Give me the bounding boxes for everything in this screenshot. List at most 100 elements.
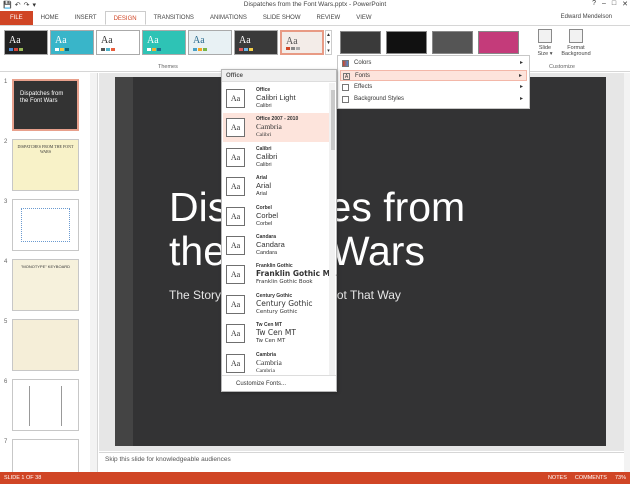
editor-scrollbar[interactable] (624, 73, 630, 472)
comments-button[interactable]: COMMENTS (575, 472, 607, 484)
notes-pane[interactable]: Skip this slide for knowledgeable audien… (99, 452, 624, 471)
customize-fonts-button[interactable]: Customize Fonts... (222, 375, 336, 391)
font-heading-sample: Calibri Light (256, 93, 296, 102)
menu-item-fonts[interactable]: A Fonts ▸ (340, 70, 527, 81)
slide-thumbnail[interactable] (12, 439, 79, 472)
zoom-level[interactable]: 73% (615, 472, 626, 484)
window-controls: ? – □ ✕ (592, 0, 628, 8)
font-preview-icon: Aa (226, 265, 245, 285)
variants-menu: Colors ▸ A Fonts ▸ Effects ▸ Background Styl… (337, 55, 530, 109)
thumbnail-scrollbar[interactable] (90, 73, 97, 472)
background-styles-icon (342, 96, 349, 103)
slide-thumbnail[interactable]: "MONOTYPE" KEYBOARD (12, 259, 79, 311)
font-body-sample: Franklin Gothic Book (256, 279, 313, 286)
themes-group-label: Themes (158, 64, 178, 70)
user-name[interactable]: Edward Mendelson (561, 14, 612, 20)
tab-view[interactable]: VIEW (348, 11, 379, 25)
tab-slide-show[interactable]: SLIDE SHOW (255, 11, 309, 25)
theme-gallery-item-selected[interactable]: Aa (280, 30, 324, 55)
submenu-arrow-icon: ▸ (519, 96, 523, 102)
submenu-arrow-icon: ▸ (519, 60, 523, 66)
ribbon: Aa Aa Aa Aa Aa Aa Aa ▲ ▼ ▾ Themes Slide Si… (0, 25, 630, 72)
tab-file[interactable]: FILE (0, 11, 33, 25)
fonts-dropdown: Office Aa Office Calibri Light Calibri Aa Off… (221, 69, 339, 392)
tab-home[interactable]: HOME (33, 11, 67, 25)
tab-insert[interactable]: INSERT (67, 11, 105, 25)
theme-sample-text: Aa (55, 35, 67, 46)
font-heading-sample: Cambria (256, 357, 282, 367)
variant-gallery-item[interactable] (432, 31, 473, 54)
font-theme-item[interactable]: Aa Office Calibri Light Calibri (223, 84, 329, 113)
font-preview-icon: Aa (226, 353, 245, 373)
variant-gallery-item[interactable] (386, 31, 427, 54)
font-theme-item[interactable]: Aa Tw Cen MT Tw Cen MT Tw Cen MT (223, 319, 329, 348)
close-icon[interactable]: ✕ (622, 0, 628, 8)
customize-group-label: Customize (549, 64, 575, 70)
format-background-button[interactable]: Format Background (560, 29, 592, 57)
font-heading-sample: Cambria (256, 122, 282, 132)
thumbnail-number: 2 (4, 139, 8, 145)
theme-gallery-item[interactable]: Aa (96, 30, 140, 55)
font-theme-item[interactable]: Aa Office 2007 - 2010 Cambria Calibri (223, 113, 329, 143)
menu-item-colors[interactable]: Colors ▸ (340, 58, 527, 69)
font-heading-sample: Calibri (256, 151, 278, 161)
font-theme-item[interactable]: Aa Candara Candara Candara (223, 231, 329, 260)
slide-thumbnail[interactable] (12, 379, 79, 431)
minimize-icon[interactable]: – (602, 0, 606, 8)
theme-gallery-item[interactable]: Aa (234, 30, 278, 55)
notes-button[interactable]: NOTES (548, 472, 567, 484)
tab-transitions[interactable]: TRANSITIONS (146, 11, 202, 25)
font-theme-item[interactable]: Aa Arial Arial Arial (223, 172, 329, 201)
menu-item-effects[interactable]: Effects ▸ (340, 82, 527, 93)
slide-thumbnail[interactable]: Dispatches from the Font Wars (12, 79, 79, 131)
current-slide[interactable]: Dispatches fromthe Font Wars The Story o… (115, 77, 606, 446)
help-icon[interactable]: ? (592, 0, 596, 8)
fonts-dropdown-scroll-thumb[interactable] (331, 90, 335, 150)
tab-design[interactable]: DESIGN (104, 11, 146, 25)
slide-canvas: Dispatches fromthe Font Wars The Story o… (99, 73, 624, 451)
tab-animations[interactable]: ANIMATIONS (202, 11, 255, 25)
variant-gallery-item[interactable] (340, 31, 381, 54)
font-theme-item[interactable]: Aa Cambria Cambria Cambria (223, 349, 329, 378)
themes-scroll-control[interactable]: ▲ ▼ ▾ (325, 30, 332, 55)
font-heading-sample: Franklin Gothic M... (256, 269, 339, 279)
slide-thumbnail[interactable] (12, 319, 79, 371)
menu-item-background-styles[interactable]: Background Styles ▸ (340, 94, 527, 105)
font-theme-item[interactable]: Aa Corbel Corbel Corbel (223, 202, 329, 231)
submenu-arrow-icon: ▸ (518, 73, 522, 79)
font-preview-icon: Aa (226, 236, 245, 255)
font-preview-icon: Aa (226, 147, 245, 167)
slide-thumbnail[interactable]: DISPATCHES FROM THE FONT WARS (12, 139, 79, 191)
font-theme-item[interactable]: Aa Century Gothic Century Gothic Century Go… (223, 290, 329, 319)
font-preview-icon: Aa (226, 324, 245, 344)
theme-sample-text: Aa (286, 36, 298, 47)
ribbon-tabs: FILE HOME INSERT DESIGN TRANSITIONS ANIM… (0, 11, 630, 25)
thumbnail-title: DISPATCHES FROM THE FONT WARS (17, 144, 74, 154)
tab-review[interactable]: REVIEW (309, 11, 349, 25)
thumbnail-table (29, 386, 62, 426)
theme-gallery-item[interactable]: Aa (50, 30, 94, 55)
font-preview-icon: Aa (226, 89, 245, 108)
theme-sample-text: Aa (9, 35, 21, 46)
theme-gallery-item[interactable]: Aa (188, 30, 232, 55)
font-preview-icon: Aa (226, 294, 245, 314)
font-body-sample: Cambria (256, 367, 275, 374)
font-preview-icon: Aa (226, 118, 245, 138)
slide-thumbnail[interactable] (12, 199, 79, 251)
font-body-sample: Calibri (256, 161, 272, 168)
font-preview-icon: Aa (226, 177, 245, 197)
theme-gallery-item[interactable]: Aa (4, 30, 48, 55)
slide-size-button[interactable]: Slide Size ▾ (533, 29, 557, 57)
font-body-sample: Calibri (256, 132, 272, 139)
theme-sample-text: Aa (239, 35, 251, 46)
variant-gallery-item[interactable] (478, 31, 519, 54)
thumbnail-title: Dispatches from the Font Wars (20, 91, 64, 104)
font-theme-item[interactable]: Aa Calibri Calibri Calibri (223, 143, 329, 172)
theme-sample-text: Aa (101, 35, 113, 46)
font-theme-item[interactable]: Aa Franklin Gothic Franklin Gothic M... Fra… (223, 260, 339, 289)
font-heading-sample: Candara (256, 240, 285, 249)
slide-counter: SLIDE 1 OF 38 (4, 475, 42, 481)
theme-gallery-item[interactable]: Aa (142, 30, 186, 55)
slide-side-band (115, 77, 133, 446)
maximize-icon[interactable]: □ (612, 0, 616, 8)
